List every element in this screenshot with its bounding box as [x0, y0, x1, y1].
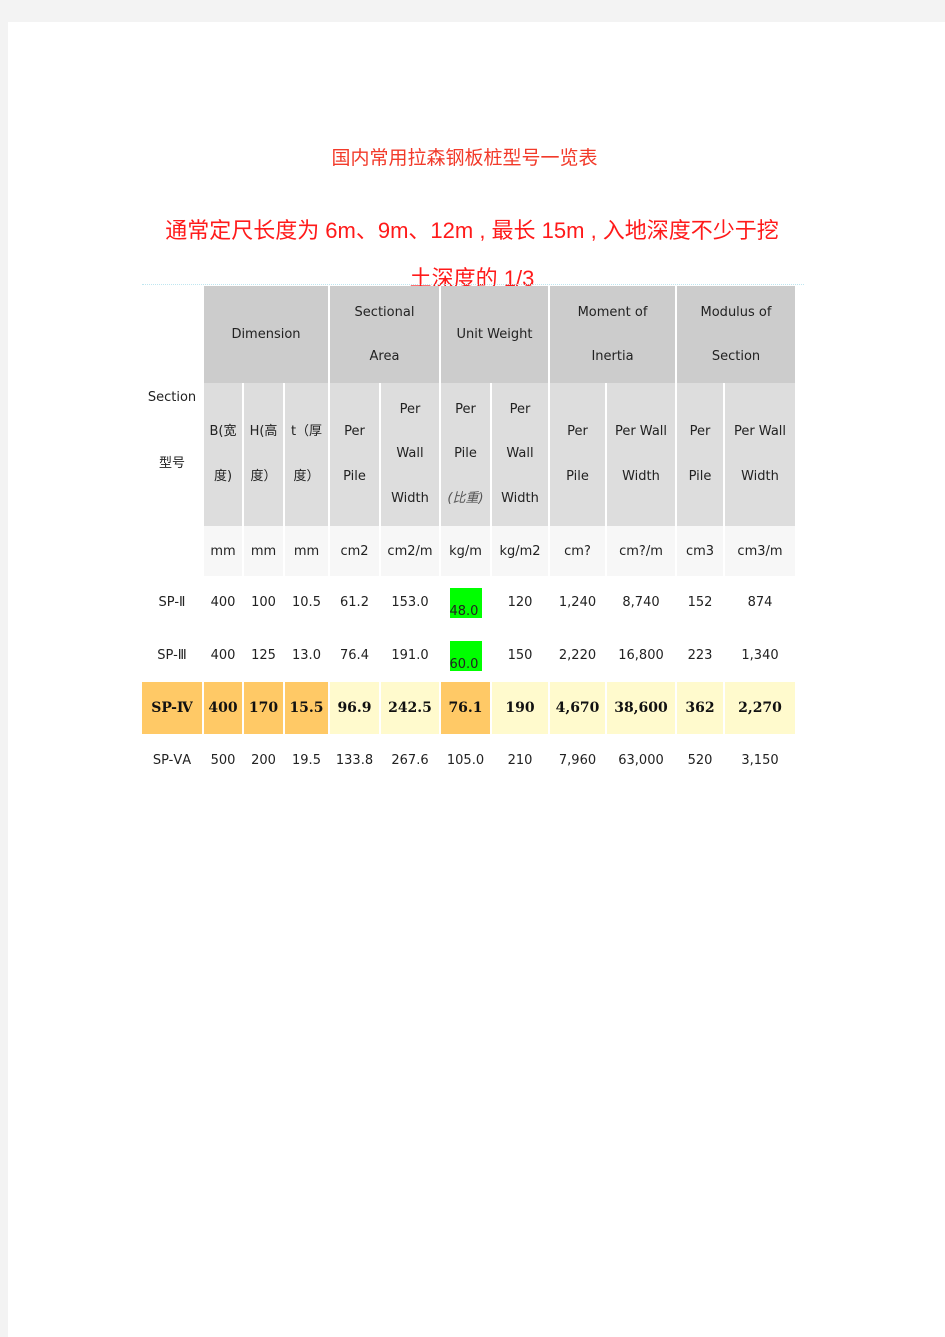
value-cell: 200 — [251, 753, 276, 768]
subheader-width: B(宽 度) — [204, 383, 242, 526]
group-header-unit-weight: Unit Weight — [441, 286, 548, 383]
unit-cell: kg/m — [441, 526, 490, 576]
unit-cell: cm2 — [330, 526, 379, 576]
value-cell: 13.0 — [292, 648, 321, 663]
value-cell: 125 — [251, 648, 276, 663]
value-cell: 500 — [210, 753, 236, 768]
value-cell: 76.4 — [340, 648, 369, 663]
value-cell: 15.5 — [285, 682, 328, 734]
subheader-weight-per-wall: Per Wall Width — [492, 383, 548, 526]
group-header-modulus-of-section: Modulus of Section — [677, 286, 795, 383]
table-row-highlighted: SP-Ⅳ 400 170 15.5 96.9 242.5 76.1 190 4,… — [142, 682, 795, 734]
unit-cell: cm? — [550, 526, 605, 576]
section-label-cn: 型号 — [158, 456, 185, 471]
value-cell: 223 — [687, 648, 713, 663]
value-cell: 242.5 — [381, 682, 439, 734]
value-cell: 38,600 — [607, 682, 675, 734]
value-cell: 2,220 — [558, 648, 597, 663]
subtitle-line-1: 通常定尺长度为 6m、9m、12m , 最长 15m , 入地深度不少于挖 — [165, 218, 779, 243]
green-highlight: 60.0 — [449, 640, 482, 672]
value-cell: 7,960 — [558, 753, 597, 768]
subheader-thickness: t（厚 度） — [285, 383, 328, 526]
header-row-subheaders: B(宽 度) H(高 度） t（厚 度） Per Pile Per Wall Width P… — [142, 383, 795, 526]
table-row: SP-ⅤA 500 200 19.5 133.8 267.6 105.0 210… — [142, 734, 795, 787]
value-cell: 152 — [687, 595, 713, 610]
section-header: Section 型号 — [142, 286, 202, 576]
value-cell: 96.9 — [330, 682, 379, 734]
green-highlight: 48.0 — [449, 587, 482, 619]
subheader-weight-per-pile: Per Pile (比重) — [441, 383, 490, 526]
unit-cell: kg/m2 — [492, 526, 548, 576]
value-cell: 153.0 — [391, 595, 429, 610]
value-cell-highlighted: 48.0 — [441, 576, 490, 629]
group-header-moment-of-inertia: Moment of Inertia — [550, 286, 675, 383]
section-cell: SP-Ⅲ — [157, 648, 187, 663]
value-cell: 100 — [251, 595, 276, 610]
subheader-height: H(高 度） — [244, 383, 283, 526]
value-cell: 150 — [507, 648, 533, 663]
unit-cell: mm — [285, 526, 328, 576]
section-cell: SP-Ⅳ — [142, 682, 202, 734]
unit-cell: mm — [204, 526, 242, 576]
value-cell: 8,740 — [622, 595, 660, 610]
value-cell: 133.8 — [335, 753, 374, 768]
value-cell: 19.5 — [292, 753, 321, 768]
value-cell: 400 — [210, 595, 236, 610]
subheader-inertia-per-wall: Per Wall Width — [607, 383, 675, 526]
subheader-area-per-pile: Per Pile — [330, 383, 379, 526]
value-cell: 874 — [747, 595, 773, 610]
unit-cell: cm3/m — [725, 526, 795, 576]
subheader-inertia-per-pile: Per Pile — [550, 383, 605, 526]
value-cell: 2,270 — [725, 682, 795, 734]
value-cell: 105.0 — [446, 753, 485, 768]
value-cell: 120 — [507, 595, 533, 610]
table-row: SP-Ⅲ 400 125 13.0 76.4 191.0 60.0 150 2,… — [142, 629, 795, 682]
value-cell: 210 — [507, 753, 533, 768]
value-cell: 400 — [210, 648, 236, 663]
document-title: 国内常用拉森钢板桩型号一览表 — [331, 147, 598, 169]
value-cell: 170 — [244, 682, 283, 734]
value-cell: 10.5 — [292, 595, 321, 610]
value-cell: 520 — [687, 753, 713, 768]
section-cell: SP-ⅤA — [152, 753, 192, 768]
dotted-divider — [142, 284, 804, 285]
value-cell: 63,000 — [618, 753, 664, 768]
group-header-dimension: Dimension — [204, 286, 328, 383]
value-cell-highlighted: 60.0 — [441, 629, 490, 682]
section-cell: SP-Ⅱ — [158, 595, 186, 610]
unit-cell: cm?/m — [607, 526, 675, 576]
unit-cell: mm — [244, 526, 283, 576]
value-cell: 267.6 — [391, 753, 429, 768]
sheet-pile-table: Section 型号 Dimension Sectional Area Unit … — [140, 286, 797, 787]
value-cell: 191.0 — [391, 648, 429, 663]
value-cell: 4,670 — [550, 682, 605, 734]
header-row-groups: Section 型号 Dimension Sectional Area Unit … — [142, 286, 795, 576]
header-row-units: mm mm mm cm2 cm2/m kg/m kg/m2 cm? cm?/m … — [142, 526, 795, 576]
value-cell: 61.2 — [340, 595, 369, 610]
value-cell: 1,340 — [741, 648, 779, 663]
value-cell: 362 — [677, 682, 723, 734]
unit-cell: cm3 — [677, 526, 723, 576]
subheader-modulus-per-wall: Per Wall Width — [725, 383, 795, 526]
value-cell: 3,150 — [741, 753, 779, 768]
subheader-area-per-wall: Per Wall Width — [381, 383, 439, 526]
value-cell: 1,240 — [558, 595, 597, 610]
value-cell: 16,800 — [618, 648, 664, 663]
section-label: Section — [147, 390, 197, 405]
value-cell: 76.1 — [441, 682, 490, 734]
group-header-sectional-area: Sectional Area — [330, 286, 439, 383]
table-row: SP-Ⅱ 400 100 10.5 61.2 153.0 48.0 120 1,… — [142, 576, 795, 629]
unit-cell: cm2/m — [381, 526, 439, 576]
value-cell: 190 — [492, 682, 548, 734]
value-cell: 400 — [204, 682, 242, 734]
subheader-modulus-per-pile: Per Pile — [677, 383, 723, 526]
